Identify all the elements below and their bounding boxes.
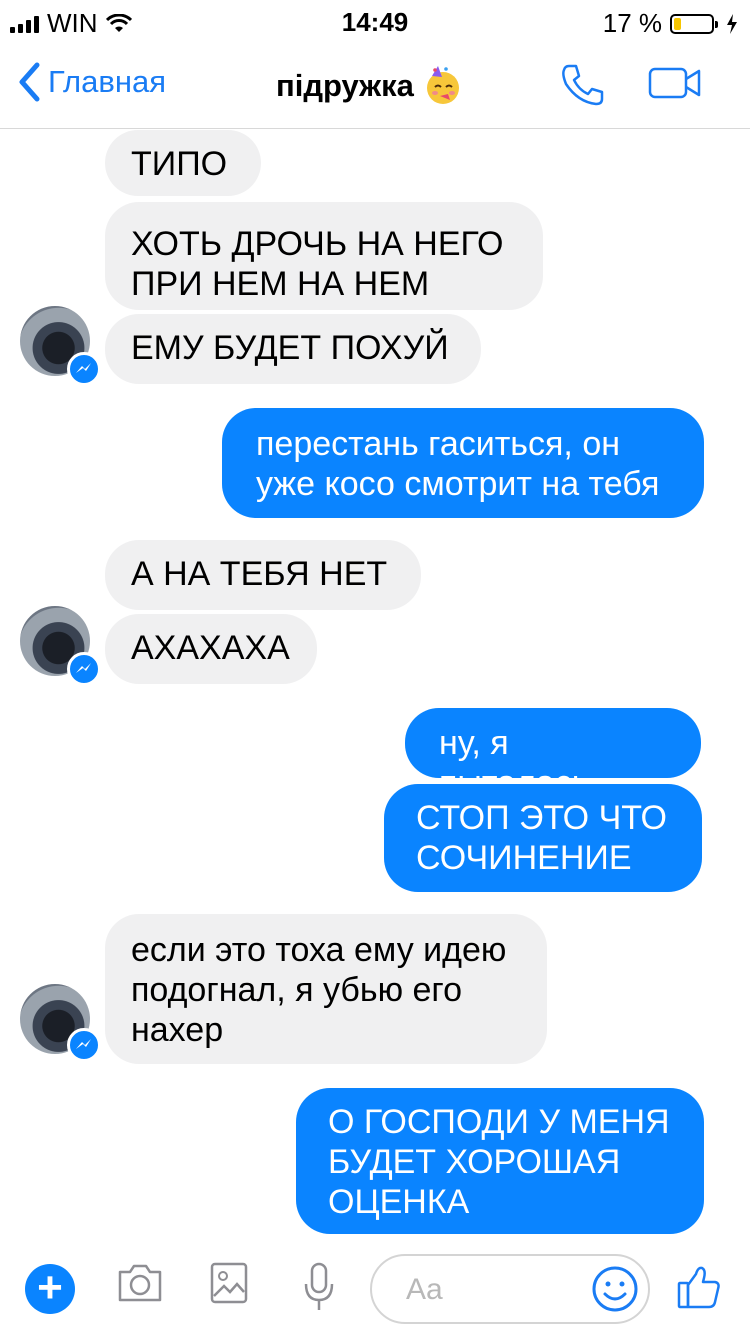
message-line: ПРИ НЕМ НА НЕМ — [131, 265, 430, 303]
message-line: перестань гаситься, он — [256, 425, 621, 463]
messenger-badge-icon — [67, 1028, 101, 1062]
message-line: нахер — [131, 1011, 224, 1049]
conversation-header: Главная підружка — [0, 40, 750, 129]
outgoing-message[interactable]: О ГОСПОДИ У МЕНЯ БУДЕТ ХОРОШАЯ ОЦЕНКА — [296, 1088, 704, 1234]
contact-title[interactable]: підружка — [276, 66, 462, 106]
message-text: А НА ТЕБЯ НЕТ — [131, 555, 388, 593]
incoming-message[interactable]: АХАХАХА — [105, 614, 317, 684]
message-line: О ГОСПОДИ У МЕНЯ — [328, 1103, 670, 1141]
message-line: СТОП ЭТО ЧТО — [416, 799, 667, 837]
message-line: ХОТЬ ДРОЧЬ НА НЕГО — [131, 225, 504, 263]
incoming-message[interactable]: если это тоха ему идею подогнал, я убью … — [105, 914, 547, 1064]
message-line: СОЧИНЕНИЕ — [416, 839, 632, 877]
message-input-placeholder: Aa — [406, 1273, 443, 1306]
incoming-message[interactable]: ТИПО — [105, 130, 261, 196]
status-bar: WIN 14:49 17 % — [0, 0, 750, 40]
incoming-message[interactable]: ХОТЬ ДРОЧЬ НА НЕГО ПРИ НЕМ НА НЕМ — [105, 202, 543, 310]
outgoing-message[interactable]: перестань гаситься, он уже косо смотрит … — [222, 408, 704, 518]
battery-percent: 17 % — [602, 8, 662, 38]
message-line: ОЦЕНКА — [328, 1183, 470, 1221]
message-text: ЕМУ БУДЕТ ПОХУЙ — [131, 329, 449, 367]
thumbs-up-icon[interactable] — [676, 1264, 722, 1310]
contact-name: підружка — [276, 68, 414, 103]
message-line: если это тоха ему идею — [131, 931, 507, 969]
charging-bolt-icon — [727, 13, 737, 34]
battery-icon — [670, 13, 718, 34]
phone-icon[interactable] — [560, 62, 606, 108]
message-text: ТИПО — [131, 145, 228, 183]
messenger-badge-icon — [67, 652, 101, 686]
video-camera-icon[interactable] — [648, 66, 702, 100]
image-icon[interactable] — [210, 1262, 248, 1304]
message-text: АХАХАХА — [131, 629, 290, 667]
battery-status: 17 % — [603, 8, 738, 39]
message-line: подогнал, я убью его — [131, 971, 462, 1009]
smiley-icon[interactable] — [590, 1264, 640, 1314]
message-line: уже косо смотрит на тебя — [256, 465, 660, 503]
incoming-message[interactable]: А НА ТЕБЯ НЕТ — [105, 540, 421, 610]
back-button[interactable]: Главная — [18, 62, 166, 102]
message-line: БУДЕТ ХОРОШАЯ — [328, 1143, 621, 1181]
party-face-emoji-icon — [426, 66, 459, 104]
back-label: Главная — [48, 64, 166, 99]
outgoing-message[interactable]: ну, я пыталась — [405, 708, 701, 802]
back-chevron-icon — [19, 62, 40, 102]
composer-bar: + Aa — [0, 1254, 750, 1334]
plus-icon[interactable]: + — [25, 1264, 75, 1314]
outgoing-message[interactable]: СТОП ЭТО ЧТО СОЧИНЕНИЕ — [384, 784, 702, 892]
camera-icon[interactable] — [116, 1262, 164, 1304]
incoming-message[interactable]: ЕМУ БУДЕТ ПОХУЙ — [105, 314, 481, 384]
microphone-icon[interactable] — [302, 1262, 336, 1314]
message-input[interactable]: Aa — [370, 1254, 650, 1324]
messenger-badge-icon — [67, 352, 101, 386]
